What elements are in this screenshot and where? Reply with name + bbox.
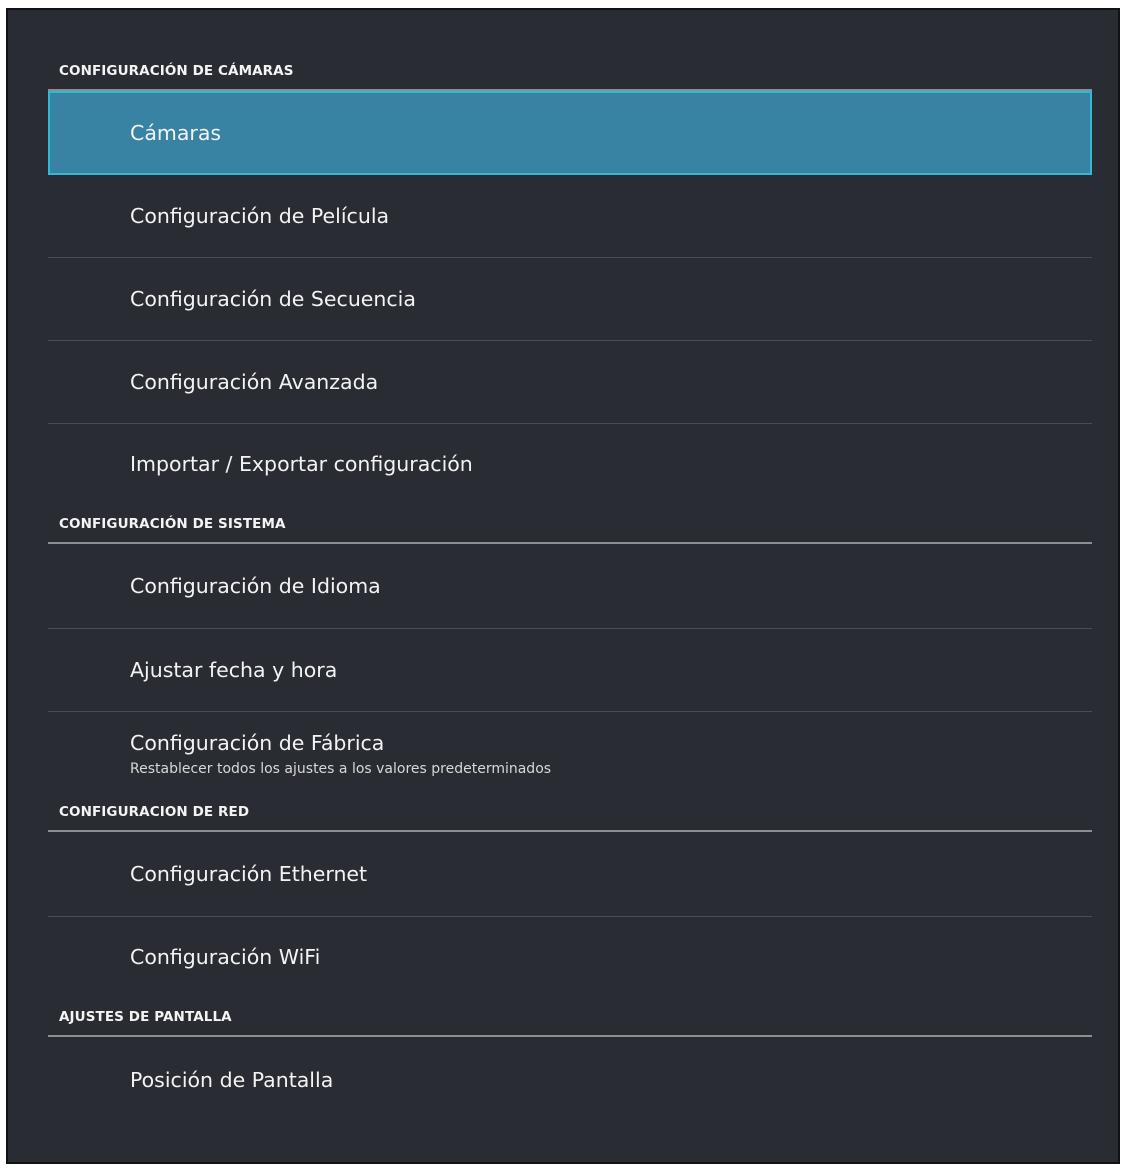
settings-item-wifi[interactable]: Configuración WiFi [48, 917, 1092, 997]
section-title: CONFIGURACIÓN DE CÁMARAS [59, 63, 294, 79]
settings-item-label: Configuración de Fábrica [130, 731, 385, 755]
section-header-sistema: CONFIGURACIÓN DE SISTEMA [48, 504, 1092, 544]
settings-item-subtitle: Restablecer todos los ajustes a los valo… [130, 761, 552, 777]
settings-item-posicion-pantalla[interactable]: Posición de Pantalla [48, 1037, 1092, 1122]
settings-window: CONFIGURACIÓN DE CÁMARAS Cámaras Configu… [6, 8, 1120, 1164]
section-title: AJUSTES DE PANTALLA [59, 1009, 232, 1025]
settings-item-importar-exportar[interactable]: Importar / Exportar configuración [48, 424, 1092, 504]
settings-item-idioma[interactable]: Configuración de Idioma [48, 544, 1092, 629]
settings-list: CONFIGURACIÓN DE CÁMARAS Cámaras Configu… [48, 10, 1092, 1122]
section-title: CONFIGURACION DE RED [59, 804, 250, 820]
settings-item-label: Configuración de Secuencia [130, 287, 416, 311]
settings-item-label: Configuración de Película [130, 204, 390, 228]
settings-item-fabrica[interactable]: Configuración de Fábrica Restablecer tod… [48, 712, 1092, 792]
settings-item-avanzada[interactable]: Configuración Avanzada [48, 341, 1092, 424]
settings-item-camaras[interactable]: Cámaras [48, 91, 1092, 175]
settings-item-label: Configuración Ethernet [130, 862, 368, 886]
settings-item-label: Configuración WiFi [130, 945, 321, 969]
settings-item-label: Posición de Pantalla [130, 1067, 334, 1092]
section-header-camaras: CONFIGURACIÓN DE CÁMARAS [48, 10, 1092, 91]
settings-item-label: Cámaras [130, 121, 222, 145]
settings-item-pelicula[interactable]: Configuración de Película [48, 175, 1092, 258]
section-title: CONFIGURACIÓN DE SISTEMA [59, 516, 286, 532]
settings-item-label: Importar / Exportar configuración [130, 452, 473, 476]
settings-item-ethernet[interactable]: Configuración Ethernet [48, 832, 1092, 917]
section-header-pantalla: AJUSTES DE PANTALLA [48, 997, 1092, 1037]
settings-item-label: Configuración de Idioma [130, 574, 381, 598]
section-header-red: CONFIGURACION DE RED [48, 792, 1092, 832]
settings-item-label: Configuración Avanzada [130, 370, 379, 394]
settings-item-fecha-hora[interactable]: Ajustar fecha y hora [48, 629, 1092, 712]
settings-item-label: Ajustar fecha y hora [130, 658, 338, 682]
settings-item-secuencia[interactable]: Configuración de Secuencia [48, 258, 1092, 341]
